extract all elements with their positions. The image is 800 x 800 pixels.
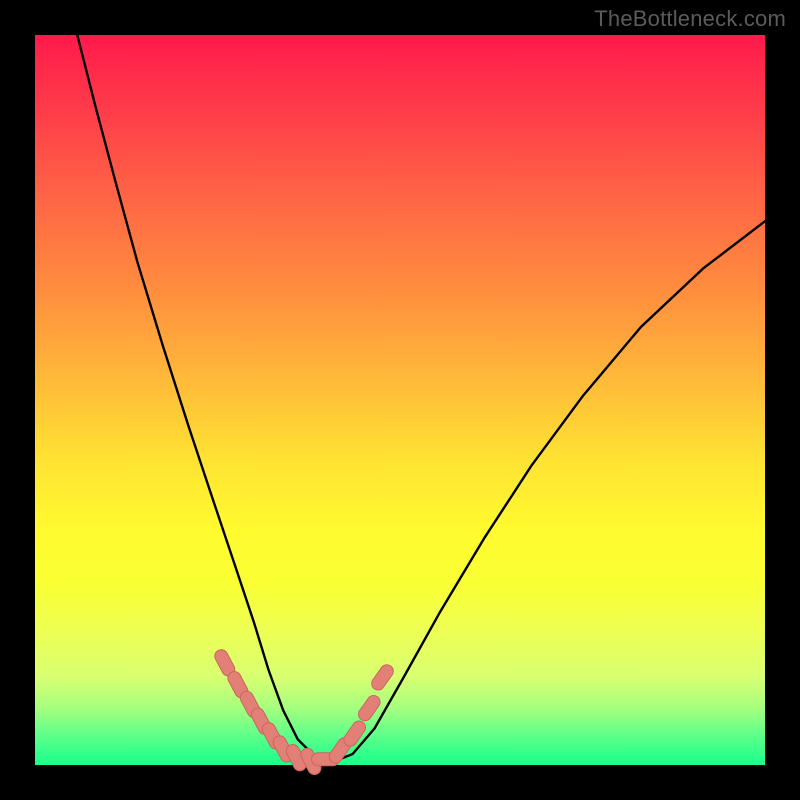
chart-svg-layer — [35, 35, 765, 765]
curve-marker — [356, 693, 383, 723]
chart-frame: TheBottleneck.com — [0, 0, 800, 800]
curve-marker — [369, 662, 396, 692]
bottleneck-curve — [77, 35, 765, 761]
curve-marker — [341, 718, 368, 748]
watermark-text: TheBottleneck.com — [594, 6, 786, 32]
curve-marker-group — [212, 647, 395, 776]
